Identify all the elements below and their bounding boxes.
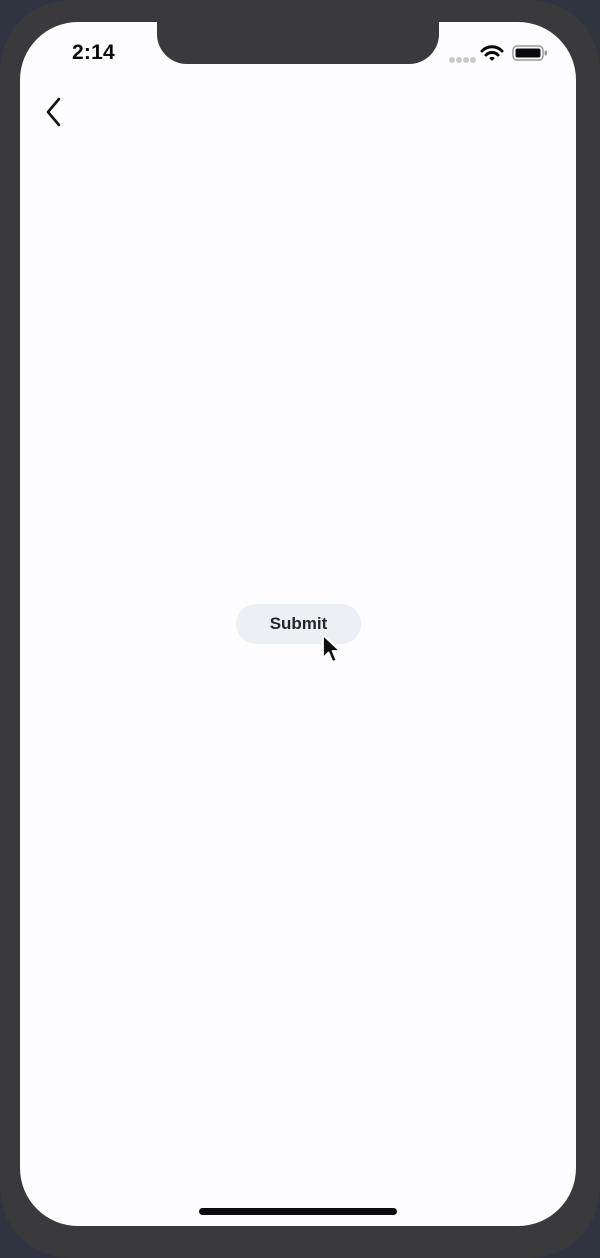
wifi-icon [480,45,504,61]
screen: 2:14 Submit [20,22,576,1226]
battery-icon [512,45,547,61]
submit-button[interactable]: Submit [236,604,361,644]
notch [157,22,439,64]
home-indicator [199,1208,397,1215]
chevron-left-icon [46,97,61,127]
status-time: 2:14 [72,41,115,64]
back-button[interactable] [36,94,72,130]
device-frame: 2:14 Submit [0,0,600,1258]
signal-icon [449,57,476,63]
